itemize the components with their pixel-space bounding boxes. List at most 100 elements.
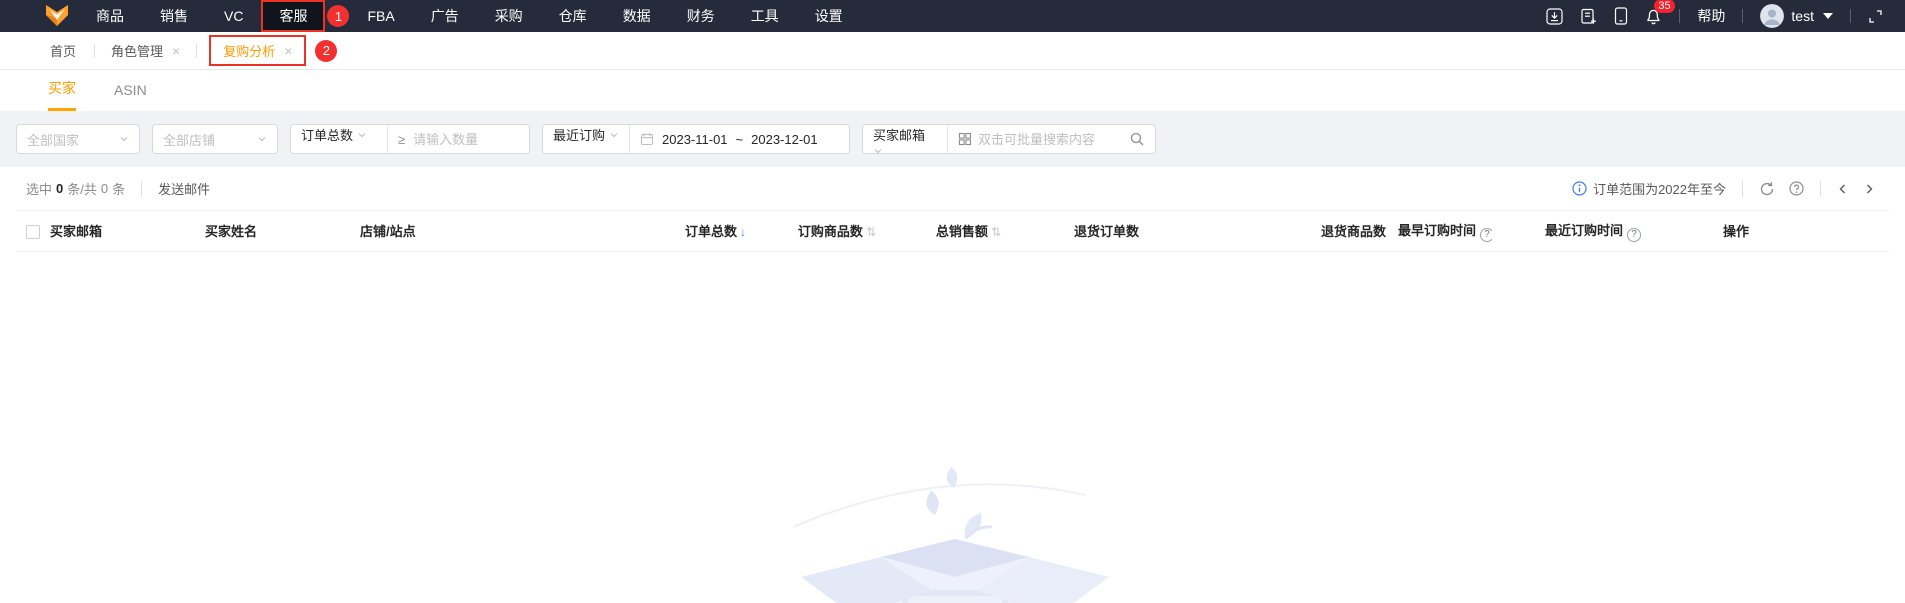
shop-select[interactable]: 全部店铺: [152, 124, 278, 154]
tab-role-management[interactable]: 角色管理 ×: [103, 41, 188, 60]
nav-item-fba[interactable]: FBA: [349, 0, 412, 32]
annotation-badge-2: 2: [315, 39, 338, 62]
gte-symbol: ≥: [398, 131, 406, 147]
refresh-icon[interactable]: [1759, 181, 1775, 197]
recent-order-select[interactable]: 最近订购: [543, 125, 629, 153]
nav-item-finance[interactable]: 财务: [669, 0, 733, 32]
send-email-button[interactable]: 发送邮件: [158, 179, 210, 198]
annotation-badge-1: 1: [327, 5, 350, 27]
annotation-box-1: 客服: [261, 0, 326, 32]
question-icon[interactable]: [1789, 181, 1804, 196]
total-count: 0: [100, 181, 109, 196]
search-input[interactable]: [978, 126, 1129, 152]
search-filter-group: 买家邮箱: [862, 124, 1156, 154]
top-nav: 商品 销售 VC 客服 1 FBA 广告 采购 仓库 数据 财务 工具 设置 3…: [0, 0, 1905, 32]
nav-item-customer-service[interactable]: 客服: [263, 0, 323, 32]
date-range-picker[interactable]: 2023-11-01 ~ 2023-12-01: [630, 132, 828, 147]
divider: [1820, 180, 1821, 197]
col-actions: 操作: [1722, 224, 1749, 240]
buyers-table: 买家邮箱 买家姓名 店铺/站点 订单总数 ↓ 订购商品数 ⇅ 总销售额 ⇅ 退货订单数…: [16, 211, 1889, 252]
table-header-row: 买家邮箱 买家姓名 店铺/站点 订单总数 ↓ 订购商品数 ⇅ 总销售额 ⇅ 退货订单数…: [16, 211, 1889, 252]
col-order-total-sortable[interactable]: 订单总数 ↓: [562, 211, 752, 252]
select-all-checkbox[interactable]: [26, 224, 40, 239]
unit-label: 条: [112, 182, 126, 197]
tab-label: 角色管理: [111, 44, 164, 59]
fullscreen-icon[interactable]: [1868, 9, 1883, 24]
help-icon[interactable]: ?: [1480, 227, 1492, 242]
nav-item-data[interactable]: 数据: [605, 0, 669, 32]
chevron-down-icon: [120, 137, 128, 142]
search-icon[interactable]: [1129, 131, 1145, 147]
tab-buyer[interactable]: 买家: [48, 78, 76, 111]
help-link[interactable]: 帮助: [1697, 6, 1725, 26]
divider: [196, 43, 198, 58]
nav-item-warehouse[interactable]: 仓库: [541, 0, 605, 32]
divider: [1679, 9, 1681, 23]
notification-count-badge: 35: [1654, 0, 1675, 13]
nav-item-settings[interactable]: 设置: [797, 0, 861, 32]
batch-search-icon: [958, 132, 972, 146]
col-return-items: 退货商品数: [1320, 224, 1386, 240]
order-metric-select[interactable]: 订单总数: [291, 125, 387, 153]
tab-home[interactable]: 首页: [40, 41, 86, 60]
nav-right-group: 35 帮助 test: [1546, 0, 1883, 28]
selected-count: 0: [56, 181, 64, 196]
nav-item-tools[interactable]: 工具: [733, 0, 797, 32]
results-card: 选中 0 条/共 0 条 发送邮件 订单范围为2022年至今 买家邮箱 买家姓名…: [16, 167, 1889, 603]
download-icon[interactable]: [1546, 7, 1564, 25]
date-start: 2023-11-01: [662, 131, 728, 147]
tab-repurchase-analysis[interactable]: 复购分析: [223, 41, 275, 60]
col-buyer-email: 买家邮箱: [50, 224, 103, 240]
page-tabs-bar: 首页 角色管理 × 复购分析 × 2: [0, 32, 1905, 70]
logo-fox-icon[interactable]: [44, 4, 70, 28]
info-icon: [1572, 181, 1587, 196]
chevron-down-icon: [1823, 13, 1833, 19]
order-metric-value: 订单总数: [301, 128, 354, 143]
col-return-orders: 退货订单数: [1073, 224, 1139, 240]
divider: [94, 43, 96, 58]
page-next-icon[interactable]: [1863, 183, 1875, 195]
col-total-sales-sortable[interactable]: 总销售额 ⇅: [882, 211, 1007, 252]
bell-icon[interactable]: 35: [1645, 0, 1675, 25]
sub-tabs: 买家 ASIN: [0, 70, 1905, 111]
col-earliest-order-time: 最早订购时间: [1398, 223, 1477, 238]
country-select[interactable]: 全部国家: [16, 124, 140, 154]
nav-item-ads[interactable]: 广告: [413, 0, 477, 32]
divider: [387, 125, 388, 153]
calendar-icon: [640, 132, 654, 146]
nav-item-vc[interactable]: VC: [206, 0, 261, 32]
user-menu[interactable]: test: [1760, 4, 1833, 28]
page-prev-icon[interactable]: [1837, 183, 1849, 195]
filter-bar: 全部国家 全部店铺 订单总数 ≥ 最近订购 20: [0, 111, 1905, 167]
nav-item-purchase[interactable]: 采购: [477, 0, 541, 32]
tab-asin[interactable]: ASIN: [114, 82, 147, 111]
close-icon[interactable]: ×: [284, 43, 292, 59]
help-icon[interactable]: ?: [1627, 227, 1641, 242]
order-count-filter-group: 订单总数 ≥: [290, 124, 530, 154]
sort-desc-icon: ↓: [740, 225, 746, 240]
empty-box-illustration: [783, 465, 1123, 603]
chevron-down-icon: [258, 137, 266, 142]
col-items-purchased-sortable[interactable]: 订购商品数 ⇅: [752, 211, 882, 252]
order-range-notice: 订单范围为2022年至今: [1572, 179, 1726, 198]
search-field-select[interactable]: 买家邮箱: [863, 125, 947, 154]
chevron-down-icon: [358, 133, 366, 138]
col-latest-order-time: 最近订购时间: [1544, 223, 1623, 238]
col-order-total: 订单总数: [684, 224, 737, 240]
shop-select-value: 全部店铺: [163, 132, 216, 148]
doc-add-icon[interactable]: [1580, 8, 1597, 25]
col-shop-site: 店铺/站点: [360, 224, 416, 240]
close-icon[interactable]: ×: [172, 43, 180, 59]
search-field-value: 买家邮箱: [873, 128, 926, 143]
notice-text: 订单范围为2022年至今: [1593, 182, 1726, 197]
sort-icon: ⇅: [865, 225, 876, 240]
col-buyer-name: 买家姓名: [205, 224, 258, 240]
table-toolbar: 选中 0 条/共 0 条 发送邮件 订单范围为2022年至今: [16, 167, 1889, 211]
nav-item-products[interactable]: 商品: [78, 0, 142, 32]
mobile-icon[interactable]: [1614, 7, 1628, 25]
col-items-purchased: 订购商品数: [797, 224, 863, 240]
quantity-input[interactable]: [413, 126, 529, 152]
nav-item-sales[interactable]: 销售: [142, 0, 206, 32]
divider: [1742, 180, 1743, 197]
divider: [947, 125, 948, 153]
